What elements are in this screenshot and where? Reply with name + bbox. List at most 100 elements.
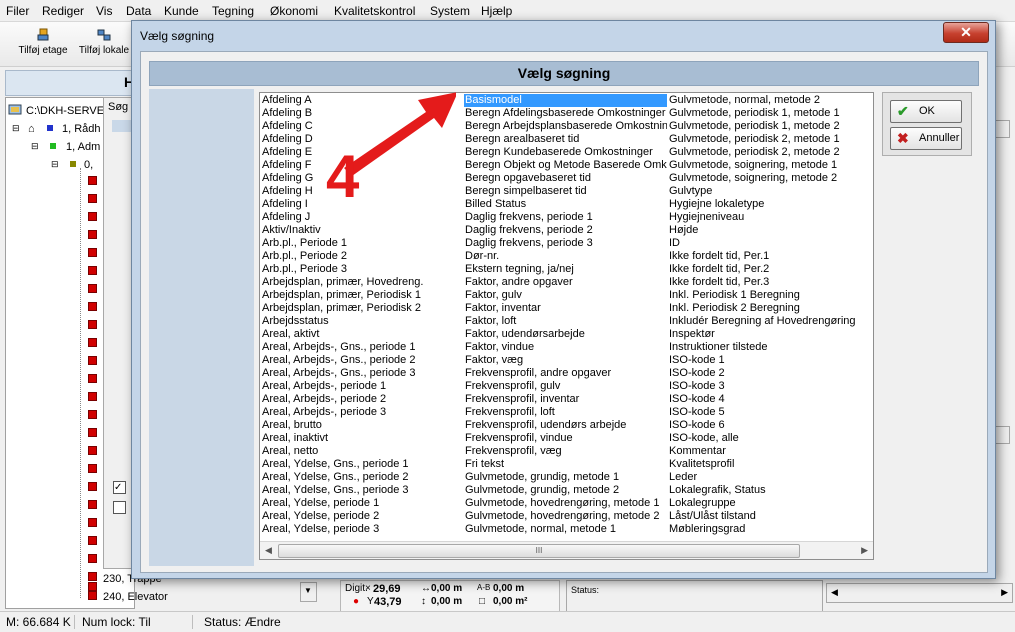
list-item[interactable]: Frekvensprofil, gulv (464, 380, 667, 393)
list-item[interactable]: ISO-kode, alle (668, 432, 872, 445)
list-item[interactable]: Beregn Afdelingsbaserede Omkostninger (464, 107, 667, 120)
list-item[interactable]: Gulvmetode, soignering, metode 2 (668, 172, 872, 185)
expand-icon[interactable]: ⊟ (31, 141, 39, 152)
list-item[interactable]: Beregn arealbaseret tid (464, 133, 667, 146)
list-item[interactable]: Beregn Arbejdsplansbaserede Omkostninger (464, 120, 667, 133)
list-item[interactable]: Areal, Ydelse, Gns., periode 3 (261, 484, 463, 497)
list-item[interactable]: Gulvmetode, normal, metode 1 (464, 523, 667, 536)
list-item[interactable]: Instruktioner tilstede (668, 341, 872, 354)
list-item[interactable]: Gulvmetode, soignering, metode 1 (668, 159, 872, 172)
list-item[interactable]: Gulvmetode, grundig, metode 2 (464, 484, 667, 497)
menu-filer[interactable]: Filer (6, 4, 29, 18)
list-item[interactable]: Ikke fordelt tid, Per.3 (668, 276, 872, 289)
list-item[interactable]: Areal, Ydelse, periode 2 (261, 510, 463, 523)
list-item[interactable]: Gulvmetode, periodisk 1, metode 1 (668, 107, 872, 120)
menu-rediger[interactable]: Rediger (42, 4, 84, 18)
list-item[interactable]: Daglig frekvens, periode 3 (464, 237, 667, 250)
list-item[interactable]: Areal, Ydelse, Gns., periode 2 (261, 471, 463, 484)
list-item[interactable]: Faktor, vindue (464, 341, 667, 354)
list-item[interactable]: Areal, brutto (261, 419, 463, 432)
list-item[interactable]: ISO-kode 6 (668, 419, 872, 432)
list-item[interactable]: Areal, Arbejds-, periode 3 (261, 406, 463, 419)
tree-node-floor[interactable]: 0, (84, 159, 93, 171)
list-item[interactable]: Frekvensprofil, vindue (464, 432, 667, 445)
menu-tegning[interactable]: Tegning (212, 4, 254, 18)
horizontal-scrollbar[interactable]: ◀ ▶ (826, 583, 1013, 603)
list-item[interactable]: Beregn opgavebaseret tid (464, 172, 667, 185)
menu-system[interactable]: System (430, 4, 470, 18)
list-item[interactable]: Frekvensprofil, udendørs arbejde (464, 419, 667, 432)
list-item[interactable]: Faktor, andre opgaver (464, 276, 667, 289)
list-horizontal-scrollbar[interactable]: ◀ III ▶ (260, 541, 873, 559)
list-item[interactable]: Faktor, udendørsarbejde (464, 328, 667, 341)
list-item[interactable]: ISO-kode 3 (668, 380, 872, 393)
list-item[interactable]: Lokalegrafik, Status (668, 484, 872, 497)
list-item[interactable]: Areal, Arbejds-, Gns., periode 1 (261, 341, 463, 354)
list-item[interactable]: Afdeling J (261, 211, 463, 224)
list-item[interactable]: Beregn Objekt og Metode Baserede Omkostn… (464, 159, 667, 172)
list-item[interactable]: Arb.pl., Periode 3 (261, 263, 463, 276)
list-item[interactable]: Areal, Arbejds-, Gns., periode 2 (261, 354, 463, 367)
list-item[interactable]: Basismodel (464, 94, 667, 107)
list-item[interactable]: Gulvmetode, periodisk 1, metode 2 (668, 120, 872, 133)
scroll-down-button[interactable]: ▼ (300, 582, 317, 602)
scroll-right-icon[interactable]: ▶ (861, 545, 868, 556)
list-item[interactable]: Daglig frekvens, periode 2 (464, 224, 667, 237)
list-item[interactable]: Frekvensprofil, væg (464, 445, 667, 458)
list-item[interactable]: Gulvmetode, periodisk 2, metode 1 (668, 133, 872, 146)
list-item[interactable]: Arbejdsstatus (261, 315, 463, 328)
menu-kvalitetskontrol[interactable]: Kvalitetskontrol (334, 4, 415, 18)
list-item[interactable]: Frekvensprofil, inventar (464, 393, 667, 406)
list-item[interactable]: Frekvensprofil, andre opgaver (464, 367, 667, 380)
list-item[interactable]: Inspektør (668, 328, 872, 341)
list-item[interactable]: Gulvmetode, normal, metode 2 (668, 94, 872, 107)
list-item[interactable]: Areal, Arbejds-, periode 1 (261, 380, 463, 393)
checkbox[interactable]: ✓ (113, 481, 126, 494)
list-item[interactable]: Faktor, loft (464, 315, 667, 328)
list-item[interactable]: Ikke fordelt tid, Per.2 (668, 263, 872, 276)
list-item[interactable]: Faktor, inventar (464, 302, 667, 315)
list-item[interactable]: Hygiejne lokaletype (668, 198, 872, 211)
menu-data[interactable]: Data (126, 4, 151, 18)
list-item[interactable]: Beregn Kundebaserede Omkostninger (464, 146, 667, 159)
list-item[interactable]: Frekvensprofil, loft (464, 406, 667, 419)
ok-button[interactable]: ✔ OK (890, 100, 962, 123)
list-item[interactable]: Arbejdsplan, primær, Periodisk 1 (261, 289, 463, 302)
list-item[interactable]: Lokalegruppe (668, 497, 872, 510)
list-item[interactable]: Daglig frekvens, periode 1 (464, 211, 667, 224)
scroll-thumb[interactable]: III (278, 544, 800, 558)
list-item[interactable]: Arb.pl., Periode 2 (261, 250, 463, 263)
menu-hjaelp[interactable]: Hjælp (481, 4, 512, 18)
list-item[interactable]: Areal, netto (261, 445, 463, 458)
list-item[interactable]: Ikke fordelt tid, Per.1 (668, 250, 872, 263)
list-item[interactable]: Arbejdsplan, primær, Periodisk 2 (261, 302, 463, 315)
tree-item-elevator[interactable]: 240, Elevator (103, 591, 168, 603)
list-item[interactable]: Fri tekst (464, 458, 667, 471)
list-item[interactable]: Højde (668, 224, 872, 237)
list-item[interactable]: Aktiv/Inaktiv (261, 224, 463, 237)
list-item[interactable]: Arbejdsplan, primær, Hovedreng. (261, 276, 463, 289)
list-item[interactable]: Faktor, gulv (464, 289, 667, 302)
list-item[interactable]: Gulvmetode, hovedrengøring, metode 2 (464, 510, 667, 523)
list-item[interactable]: Dør-nr. (464, 250, 667, 263)
list-item[interactable]: Inkl. Periodisk 2 Beregning (668, 302, 872, 315)
list-item[interactable]: Areal, Ydelse, periode 3 (261, 523, 463, 536)
list-item[interactable]: Gulvmetode, periodisk 2, metode 2 (668, 146, 872, 159)
list-item[interactable]: Arb.pl., Periode 1 (261, 237, 463, 250)
menu-okonomi[interactable]: Økonomi (270, 4, 318, 18)
list-item[interactable]: Kvalitetsprofil (668, 458, 872, 471)
side-button[interactable] (994, 120, 1010, 138)
list-item[interactable]: Leder (668, 471, 872, 484)
list-item[interactable]: Låst/Ulåst tilstand (668, 510, 872, 523)
list-item[interactable]: Hygiejneniveau (668, 211, 872, 224)
list-item[interactable]: Gulvtype (668, 185, 872, 198)
list-item[interactable]: Areal, inaktivt (261, 432, 463, 445)
tree-root[interactable]: C:\DKH-SERVER (26, 105, 112, 117)
add-floor-button[interactable]: Tilføj etage (14, 28, 72, 56)
expand-icon[interactable]: ⊟ (51, 159, 59, 170)
menu-kunde[interactable]: Kunde (164, 4, 199, 18)
add-room-button[interactable]: Tilføj lokale (76, 28, 132, 56)
list-item[interactable]: Areal, Ydelse, Gns., periode 1 (261, 458, 463, 471)
list-item[interactable]: Ekstern tegning, ja/nej (464, 263, 667, 276)
tree-node-admin[interactable]: 1, Adm (66, 141, 100, 153)
